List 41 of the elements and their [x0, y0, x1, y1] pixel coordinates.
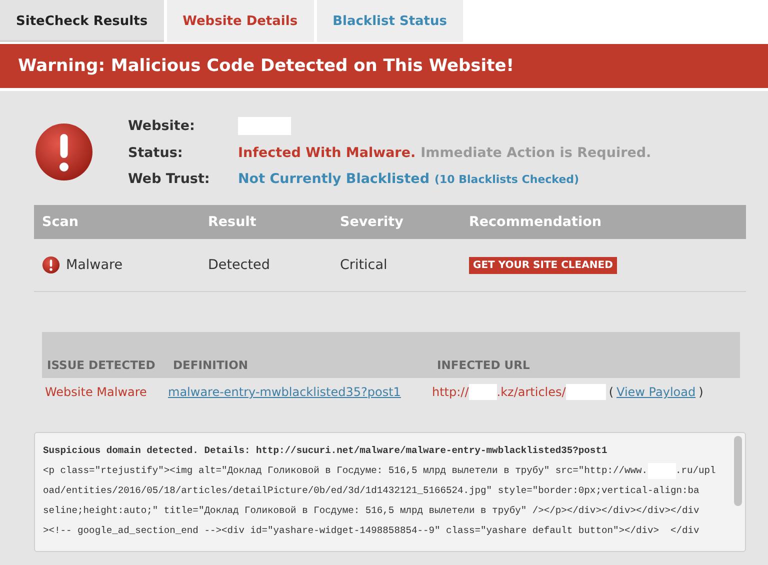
column-header: ISSUE DETECTED	[46, 358, 156, 372]
code-line: .ru/upl	[676, 464, 716, 478]
tab[interactable]: SiteCheck Results	[0, 0, 164, 42]
table-cell: Malware	[66, 257, 123, 273]
blacklists-checked-note: (10 Blacklists Checked)	[434, 173, 580, 186]
status-note: Immediate Action is Required.	[420, 145, 652, 161]
column-header: Severity	[339, 214, 404, 230]
website-label: Website:	[128, 118, 196, 134]
code-line: ><!-- google_ad_section_end --><div id="yashare-widget-1498858854--9" class="yashare default button"></div> </div	[43, 524, 700, 538]
table-cell-text: Critical	[339, 257, 388, 273]
web-trust-label: Web Trust:	[128, 171, 211, 187]
paren-text: )	[698, 385, 704, 399]
redacted-block	[238, 117, 291, 135]
status-label: Status:	[128, 145, 184, 161]
column-header: DEFINITION	[172, 358, 249, 372]
redacted-block	[566, 384, 606, 400]
url-text: .kz/articles/	[496, 385, 566, 399]
warning-banner: Warning: Malicious Code Detected on This Website!	[0, 44, 768, 88]
warning-icon	[34, 122, 94, 182]
column-header: Result	[207, 214, 258, 230]
column-header: Scan	[41, 214, 80, 230]
column-header: INFECTED URL	[436, 358, 531, 372]
code-line: oad/entities/2016/05/18/articles/detailPicture/0b/ed/3d/1d1432121_5166524.jpg" style="border:0px;vertical-align:ba	[43, 484, 700, 498]
clean-site-button[interactable]: GET YOUR SITE CLEANED	[469, 256, 617, 274]
alert-icon	[42, 256, 60, 274]
definition-link[interactable]: malware-entry-mwblacklisted35?post1	[168, 385, 401, 399]
issue-cell-text: Website Malware	[44, 385, 148, 399]
status-value: Infected With Malware.	[238, 145, 416, 161]
view-payload-link[interactable]: View Payload	[616, 385, 696, 399]
paren-text: (	[608, 385, 614, 399]
redacted-block	[468, 384, 497, 400]
tab[interactable]: Website Details	[166, 0, 314, 42]
code-line: <p class="rtejustify"><img alt="Доклад Голиковой в Госдуме: 516,5 млрд вылетели в трубу" src="http://www.	[43, 464, 648, 478]
web-trust-value: Not Currently Blacklisted	[238, 171, 430, 187]
code-line: seline;height:auto;" title="Доклад Голиковой в Госдуме: 516,5 млрд вылетели в трубу" /></p></div></div></div></div	[43, 504, 700, 518]
url-text: http://	[432, 385, 469, 399]
scrollbar-thumb[interactable]	[734, 436, 742, 506]
tab[interactable]: Blacklist Status	[316, 0, 464, 42]
column-header: Recommendation	[468, 214, 602, 230]
table-cell-text: Detected	[207, 257, 271, 273]
code-heading: Suspicious domain detected. Details: http://sucuri.net/malware/malware-entry-mwblacklisted35?post1	[43, 444, 608, 458]
